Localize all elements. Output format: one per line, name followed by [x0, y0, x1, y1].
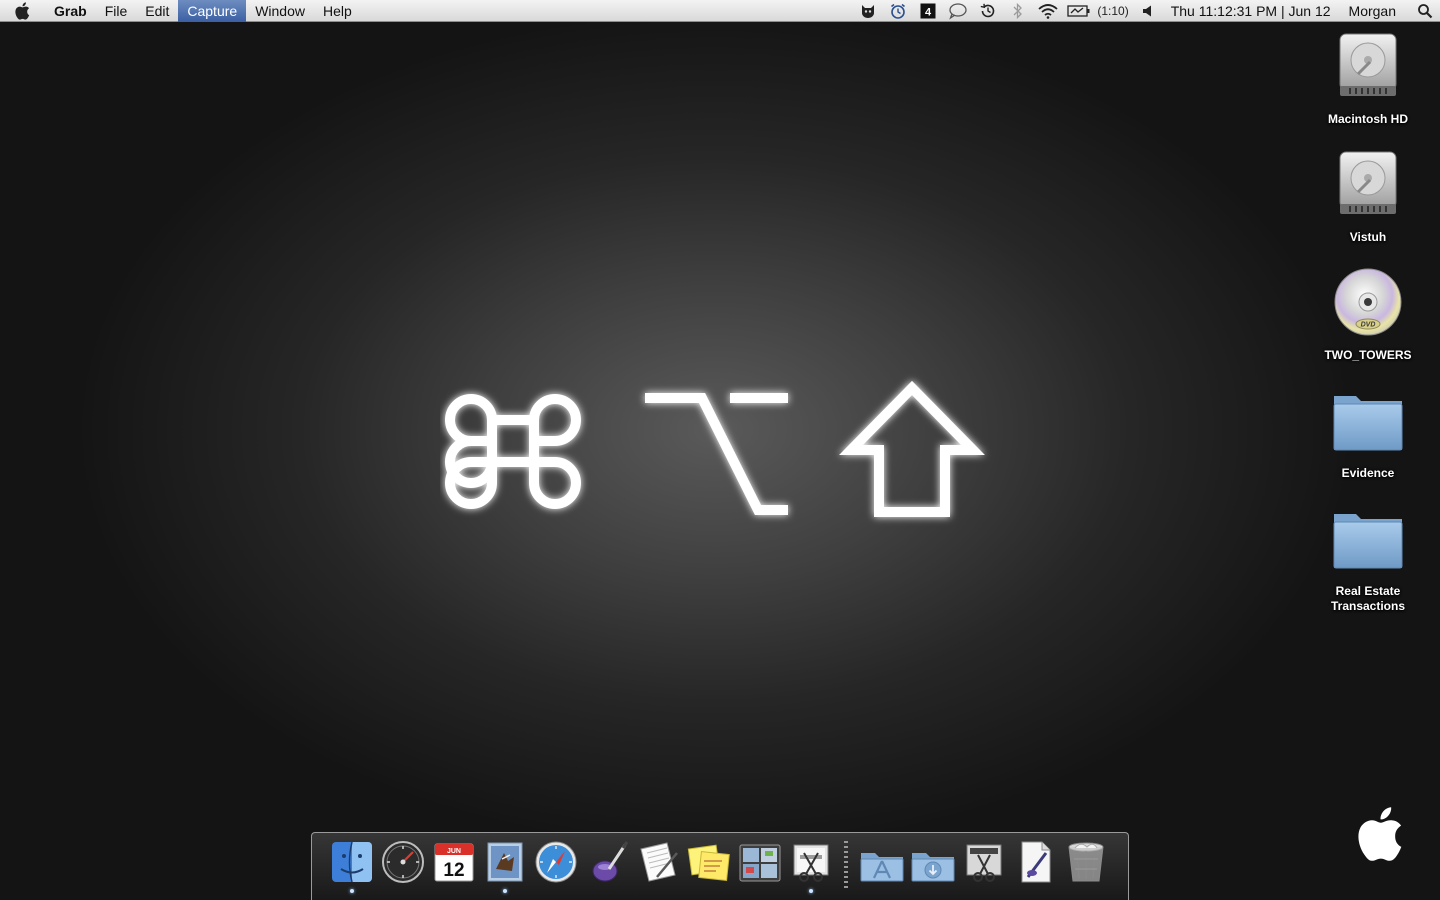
menu-window[interactable]: Window — [246, 0, 314, 22]
menu-left: Grab File Edit Capture Window Help — [0, 0, 361, 22]
script-editor-icon — [592, 841, 628, 882]
dvd-icon: DVD — [1334, 268, 1402, 336]
svg-text:4: 4 — [925, 7, 932, 19]
dock-script-editor[interactable] — [584, 839, 630, 893]
dock-applications-stack[interactable] — [859, 839, 905, 893]
menu-extras: 4 (1:10) Thu 11:12:31 PM | Jun 12 Morgan — [853, 0, 1440, 22]
desktop-icon-label: TWO_TOWERS — [1324, 348, 1412, 362]
dock-document[interactable] — [1012, 839, 1058, 893]
spaces-icon[interactable]: 4 — [917, 0, 939, 22]
desktop-icon-label: Evidence — [1341, 466, 1395, 480]
menu-file[interactable]: File — [96, 0, 137, 22]
desktop-icon-macintosh-hd[interactable]: Macintosh HD — [1306, 30, 1430, 127]
apple-icon — [15, 1, 30, 20]
desktop-icon-real-estate[interactable]: Real Estate Transactions — [1306, 502, 1430, 614]
apple-logo-icon — [1358, 807, 1402, 861]
menubar-clock[interactable]: Thu 11:12:31 PM | Jun 12 — [1171, 3, 1331, 19]
dock-separator[interactable] — [840, 839, 852, 893]
ical-day: 12 — [443, 860, 464, 881]
menu-capture[interactable]: Capture — [178, 0, 247, 22]
desktop-icon-label: Real Estate Transactions — [1330, 584, 1406, 613]
ichat-icon[interactable] — [947, 0, 969, 22]
volume-icon[interactable] — [1141, 0, 1155, 22]
dock-dashboard[interactable] — [380, 839, 426, 893]
hard-drive-icon — [1339, 33, 1397, 96]
desktop-icon-two-towers[interactable]: DVD TWO_TOWERS — [1306, 266, 1430, 363]
menu-bar: Grab File Edit Capture Window Help 4 (1:… — [0, 0, 1440, 22]
time-machine-icon[interactable] — [977, 0, 999, 22]
search-icon — [1418, 4, 1433, 19]
desktop-icon-label: Vistuh — [1349, 230, 1387, 244]
grab-icon — [793, 844, 828, 882]
finder-icon — [331, 841, 372, 883]
command-symbol — [445, 394, 581, 509]
battery-time: (1:10) — [1097, 4, 1129, 18]
option-symbol — [645, 393, 788, 515]
dock-items: JUN 12 — [326, 839, 1111, 893]
dock-stickies[interactable] — [686, 839, 732, 893]
running-indicator — [502, 889, 507, 893]
desktop-icon-label: Macintosh HD — [1327, 112, 1408, 126]
dock-mail[interactable] — [482, 839, 528, 893]
safari-icon — [535, 841, 576, 883]
desktop-icon-vistuh[interactable]: Vistuh — [1306, 148, 1430, 245]
spaces-icon — [739, 844, 780, 882]
shift-symbol — [839, 380, 985, 517]
dock-ical[interactable]: JUN 12 — [431, 839, 477, 893]
dock-trash[interactable] — [1063, 839, 1109, 893]
svg-text:DVD: DVD — [1361, 322, 1376, 329]
spotlight-button[interactable] — [1410, 0, 1440, 22]
dock-spaces[interactable] — [737, 839, 783, 893]
stickies-icon — [687, 844, 730, 881]
growl-icon[interactable] — [857, 0, 879, 22]
bluetooth-icon[interactable] — [1007, 0, 1029, 22]
running-indicator — [349, 889, 354, 893]
alarm-icon[interactable] — [887, 0, 909, 22]
menu-app-grab[interactable]: Grab — [44, 0, 96, 22]
dock: JUN 12 — [311, 832, 1129, 900]
dock-screenshot-tool[interactable] — [961, 839, 1007, 893]
ical-month: JUN — [446, 848, 460, 855]
battery-icon[interactable] — [1067, 0, 1091, 22]
trash-icon — [1068, 842, 1103, 882]
folder-icon — [1333, 396, 1403, 451]
screenshot-tool-icon — [966, 844, 1001, 882]
dock-textedit[interactable] — [635, 839, 681, 893]
dock-grab[interactable] — [788, 839, 834, 893]
textedit-icon — [639, 842, 678, 882]
dock-downloads-stack[interactable] — [910, 839, 956, 893]
dashboard-icon — [381, 841, 424, 883]
folder-icon — [1333, 514, 1403, 569]
mail-icon — [487, 842, 522, 882]
applications-folder-icon — [860, 853, 903, 882]
desktop-icon-evidence[interactable]: Evidence — [1306, 384, 1430, 481]
running-indicator — [808, 889, 813, 893]
ical-icon: JUN 12 — [434, 843, 473, 882]
hard-drive-icon — [1339, 151, 1397, 214]
dock-finder[interactable] — [329, 839, 375, 893]
document-icon — [1021, 841, 1050, 883]
dock-safari[interactable] — [533, 839, 579, 893]
apple-menu-button[interactable] — [0, 0, 44, 22]
menu-help[interactable]: Help — [314, 0, 361, 22]
wallpaper-glyphs — [445, 380, 985, 517]
fast-user-switch[interactable]: Morgan — [1349, 3, 1396, 19]
menu-edit[interactable]: Edit — [136, 0, 178, 22]
wifi-icon[interactable] — [1037, 0, 1059, 22]
downloads-folder-icon — [911, 853, 954, 882]
